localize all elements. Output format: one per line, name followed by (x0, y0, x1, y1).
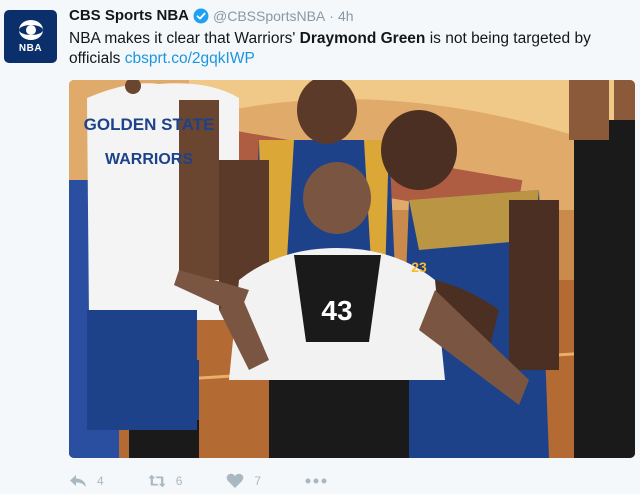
tweet-text-bold: Draymond Green (299, 30, 426, 47)
tweet-header: CBS Sports NBA @CBSSportsNBA · 4h (69, 7, 354, 24)
separator-dot: · (329, 7, 334, 24)
retweet-icon (148, 474, 166, 488)
cbs-eye-logo-icon (18, 20, 43, 40)
referee-number: 43 (321, 295, 352, 326)
verified-badge-icon (193, 8, 209, 23)
reply-count: 4 (97, 474, 104, 488)
tweet-photo[interactable]: GOLDEN STATE WARRIORS 43 23 (69, 80, 635, 458)
author-name[interactable]: CBS Sports NBA (69, 7, 189, 24)
heart-icon (226, 473, 244, 488)
retweet-count: 6 (175, 474, 183, 488)
more-icon (305, 478, 327, 484)
shirt-line2: WARRIORS (105, 151, 193, 168)
reply-icon (70, 475, 86, 487)
tweet-text-part1: NBA makes it clear that Warriors' (69, 30, 300, 47)
avatar-label: NBA (18, 43, 43, 54)
shirt-line1: GOLDEN STATE (84, 115, 215, 134)
player-number: 23 (411, 259, 427, 275)
author-handle[interactable]: @CBSSportsNBA (213, 8, 325, 24)
tweet-card[interactable]: NBA CBS Sports NBA @CBSSportsNBA · 4h NB… (0, 0, 640, 494)
more-options-button[interactable] (305, 478, 337, 484)
tweet-link[interactable]: cbsprt.co/2gqkIWP (125, 50, 255, 67)
avatar[interactable]: NBA (4, 10, 57, 63)
tweet-actions: 4 6 7 (69, 470, 381, 492)
timestamp[interactable]: 4h (338, 8, 354, 24)
like-button[interactable]: 7 (226, 473, 261, 489)
tweet-text: NBA makes it clear that Warriors' Draymo… (69, 29, 629, 69)
reply-button[interactable]: 4 (69, 473, 104, 489)
retweet-button[interactable]: 6 (148, 473, 183, 489)
photo-illustration: GOLDEN STATE WARRIORS 43 23 (69, 80, 635, 458)
like-count: 7 (254, 474, 262, 488)
